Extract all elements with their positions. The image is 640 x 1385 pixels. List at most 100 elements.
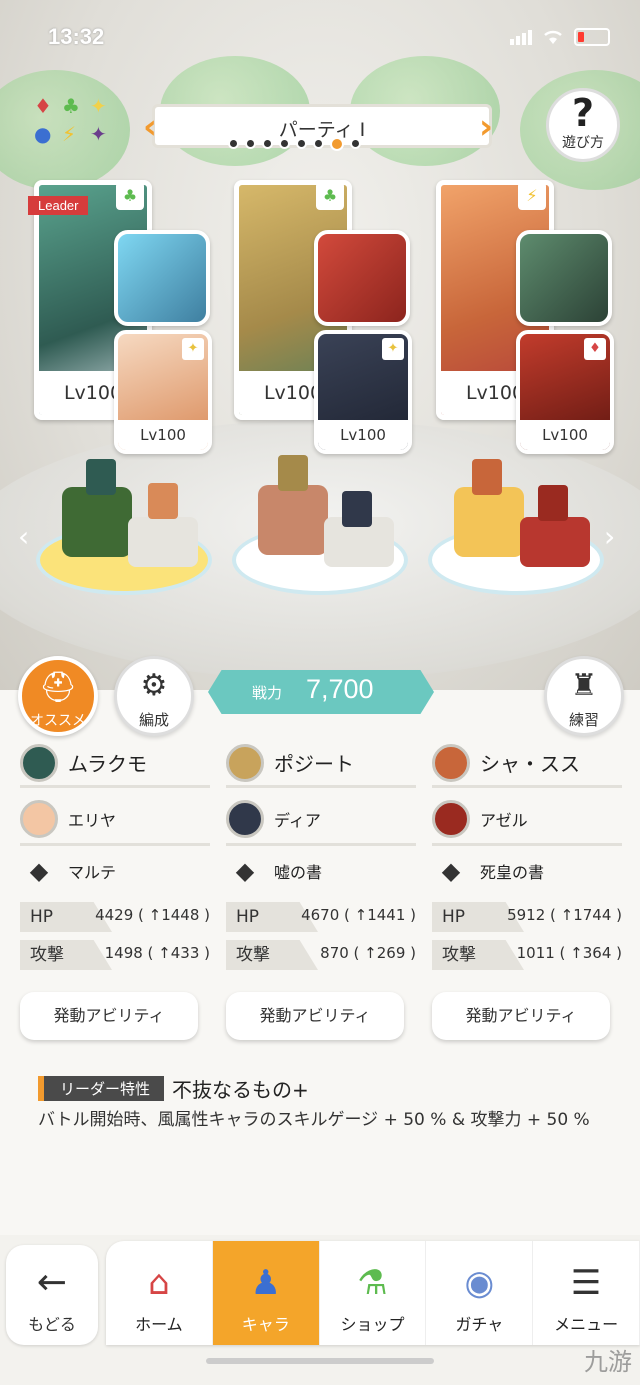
equipment-slot[interactable]	[114, 230, 210, 326]
practice-button[interactable]: ♜ 練習	[544, 656, 624, 736]
tab-home[interactable]: ⌂ ホーム	[106, 1241, 213, 1345]
page-dot[interactable]	[279, 138, 290, 149]
back-label: もどる	[28, 1315, 76, 1334]
character-diorama-3	[428, 455, 604, 595]
sub-character-portrait[interactable]: ♦ Lv100	[516, 330, 614, 454]
wifi-icon	[544, 30, 562, 44]
equipment-slot[interactable]	[516, 230, 612, 326]
nav-tabs: ⌂ ホーム ♟ キャラ ⚗ ショップ ◉ ガチャ ☰ メニュー	[106, 1241, 640, 1345]
leader-badge: Leader	[28, 196, 89, 215]
main-character-row[interactable]: ムラクモ	[20, 740, 210, 788]
sprite	[86, 459, 116, 495]
party-page-dots	[228, 137, 361, 151]
light-element-icon: ✦	[382, 338, 404, 360]
wind-element-icon: ♣	[116, 182, 144, 210]
gacha-icon: ◉	[464, 1263, 495, 1303]
page-dot[interactable]	[262, 138, 273, 149]
scroll-left-arrow[interactable]: ‹	[18, 520, 29, 553]
tab-gacha[interactable]: ◉ ガチャ	[426, 1241, 534, 1345]
weapon-icon: ◆	[29, 857, 49, 885]
attack-value: 1011 ( ↑364 )	[516, 944, 622, 962]
attack-stat: 攻撃 1498 ( ↑433 )	[20, 940, 210, 972]
party-slot-3[interactable]: Lv100 ⚡ ♦ Lv100	[436, 180, 618, 454]
party-slot-2[interactable]: Lv100 ♣ ✦ Lv100	[234, 180, 416, 454]
weapon-row[interactable]: ◆ 死皇の書	[432, 846, 622, 896]
sprite	[342, 491, 372, 527]
attack-value: 870 ( ↑269 )	[320, 944, 416, 962]
attack-label: 攻撃	[432, 940, 524, 970]
sprite	[278, 455, 308, 491]
sprite	[148, 483, 178, 519]
avatar	[20, 743, 58, 782]
formation-button[interactable]: ⚙ 編成	[114, 656, 194, 736]
recommend-button[interactable]: ⛑ オススメ	[18, 656, 98, 736]
leader-trait-tag: リーダー特性	[38, 1076, 165, 1101]
recommend-icon: ⛑	[38, 670, 78, 705]
avatar	[226, 743, 264, 782]
formation-label: 編成	[138, 711, 169, 729]
leader-trait-description: バトル開始時、風属性キャラのスキルゲージ + 50 % & 攻撃力 + 50 %	[38, 1110, 590, 1130]
back-button[interactable]: ← もどる	[6, 1245, 98, 1345]
sub-level-label: Lv100	[318, 420, 408, 450]
weapon-row[interactable]: ◆ 嘘の書	[226, 846, 416, 896]
sub-character-row[interactable]: エリヤ	[20, 794, 210, 846]
page-dot[interactable]	[313, 138, 324, 149]
dark-element-icon: ✦	[90, 122, 107, 146]
training-dummy-icon: ♜	[570, 668, 598, 703]
attack-label: 攻撃	[20, 940, 112, 970]
avatar	[432, 743, 470, 782]
tab-label: ホーム	[135, 1315, 183, 1334]
main-character-row[interactable]: シャ・スス	[432, 740, 622, 788]
attack-stat: 攻撃 870 ( ↑269 )	[226, 940, 416, 972]
ability-button-3[interactable]: 発動アビリティ	[432, 992, 610, 1040]
page-dot[interactable]	[228, 138, 239, 149]
attack-label: 攻撃	[226, 940, 318, 970]
tab-character[interactable]: ♟ キャラ	[212, 1241, 320, 1345]
power-label: 戦力	[252, 684, 283, 702]
thunder-element-icon: ⚡	[518, 182, 546, 210]
avatar	[20, 799, 58, 838]
tab-label: ガチャ	[455, 1315, 504, 1334]
avatar	[432, 799, 470, 838]
tab-shop[interactable]: ⚗ ショップ	[320, 1241, 427, 1345]
character-diorama-2	[232, 455, 408, 595]
battery-icon	[574, 28, 610, 46]
weapon-row[interactable]: ◆ マルテ	[20, 846, 210, 896]
sub-character-portrait[interactable]: ✦ Lv100	[314, 330, 412, 454]
home-indicator[interactable]	[206, 1358, 434, 1364]
next-party-button[interactable]: ›	[479, 107, 501, 147]
sub-level-label: Lv100	[520, 420, 610, 450]
party-slot-1[interactable]: Leader Lv100 ♣ ✦ Lv100	[28, 180, 216, 454]
help-label: 遊び方	[562, 135, 604, 151]
hp-value: 5912 ( ↑1744 )	[507, 906, 622, 924]
ability-button-1[interactable]: 発動アビリティ	[20, 992, 198, 1040]
power-value: 7,700	[306, 674, 374, 704]
sub-character-portrait[interactable]: ✦ Lv100	[114, 330, 212, 454]
equipment-slot[interactable]	[314, 230, 410, 326]
hp-stat: HP 5912 ( ↑1744 )	[432, 902, 622, 934]
recommend-label: オススメ	[30, 713, 86, 729]
scroll-right-arrow[interactable]: ›	[604, 520, 615, 553]
page-dot[interactable]	[350, 138, 361, 149]
member-column-1: ムラクモ エリヤ ◆ マルテ HP 4429 ( ↑1448 ) 攻撃 1498…	[20, 740, 210, 972]
character-name: ムラクモ	[68, 752, 147, 776]
sub-character-row[interactable]: ディア	[226, 794, 416, 846]
help-button[interactable]: ? 遊び方	[546, 88, 620, 162]
question-icon: ?	[571, 91, 595, 135]
light-element-icon: ✦	[90, 94, 107, 118]
fire-element-icon: ♦	[34, 94, 52, 118]
tab-label: ショップ	[340, 1315, 405, 1334]
home-icon: ⌂	[148, 1263, 170, 1303]
element-legend[interactable]: ♦ ♣ ✦ ● ⚡ ✦	[28, 94, 112, 150]
page-dot[interactable]	[296, 138, 307, 149]
ability-button-2[interactable]: 発動アビリティ	[226, 992, 404, 1040]
page-dot-active[interactable]	[330, 137, 344, 151]
clock: 13:32	[48, 24, 105, 49]
wind-element-icon: ♣	[316, 182, 344, 210]
attack-stat: 攻撃 1011 ( ↑364 )	[432, 940, 622, 972]
page-dot[interactable]	[245, 138, 256, 149]
sub-character-name: アゼル	[480, 810, 528, 830]
tab-menu[interactable]: ☰ メニュー	[533, 1241, 640, 1345]
sub-character-row[interactable]: アゼル	[432, 794, 622, 846]
main-character-row[interactable]: ポジート	[226, 740, 416, 788]
